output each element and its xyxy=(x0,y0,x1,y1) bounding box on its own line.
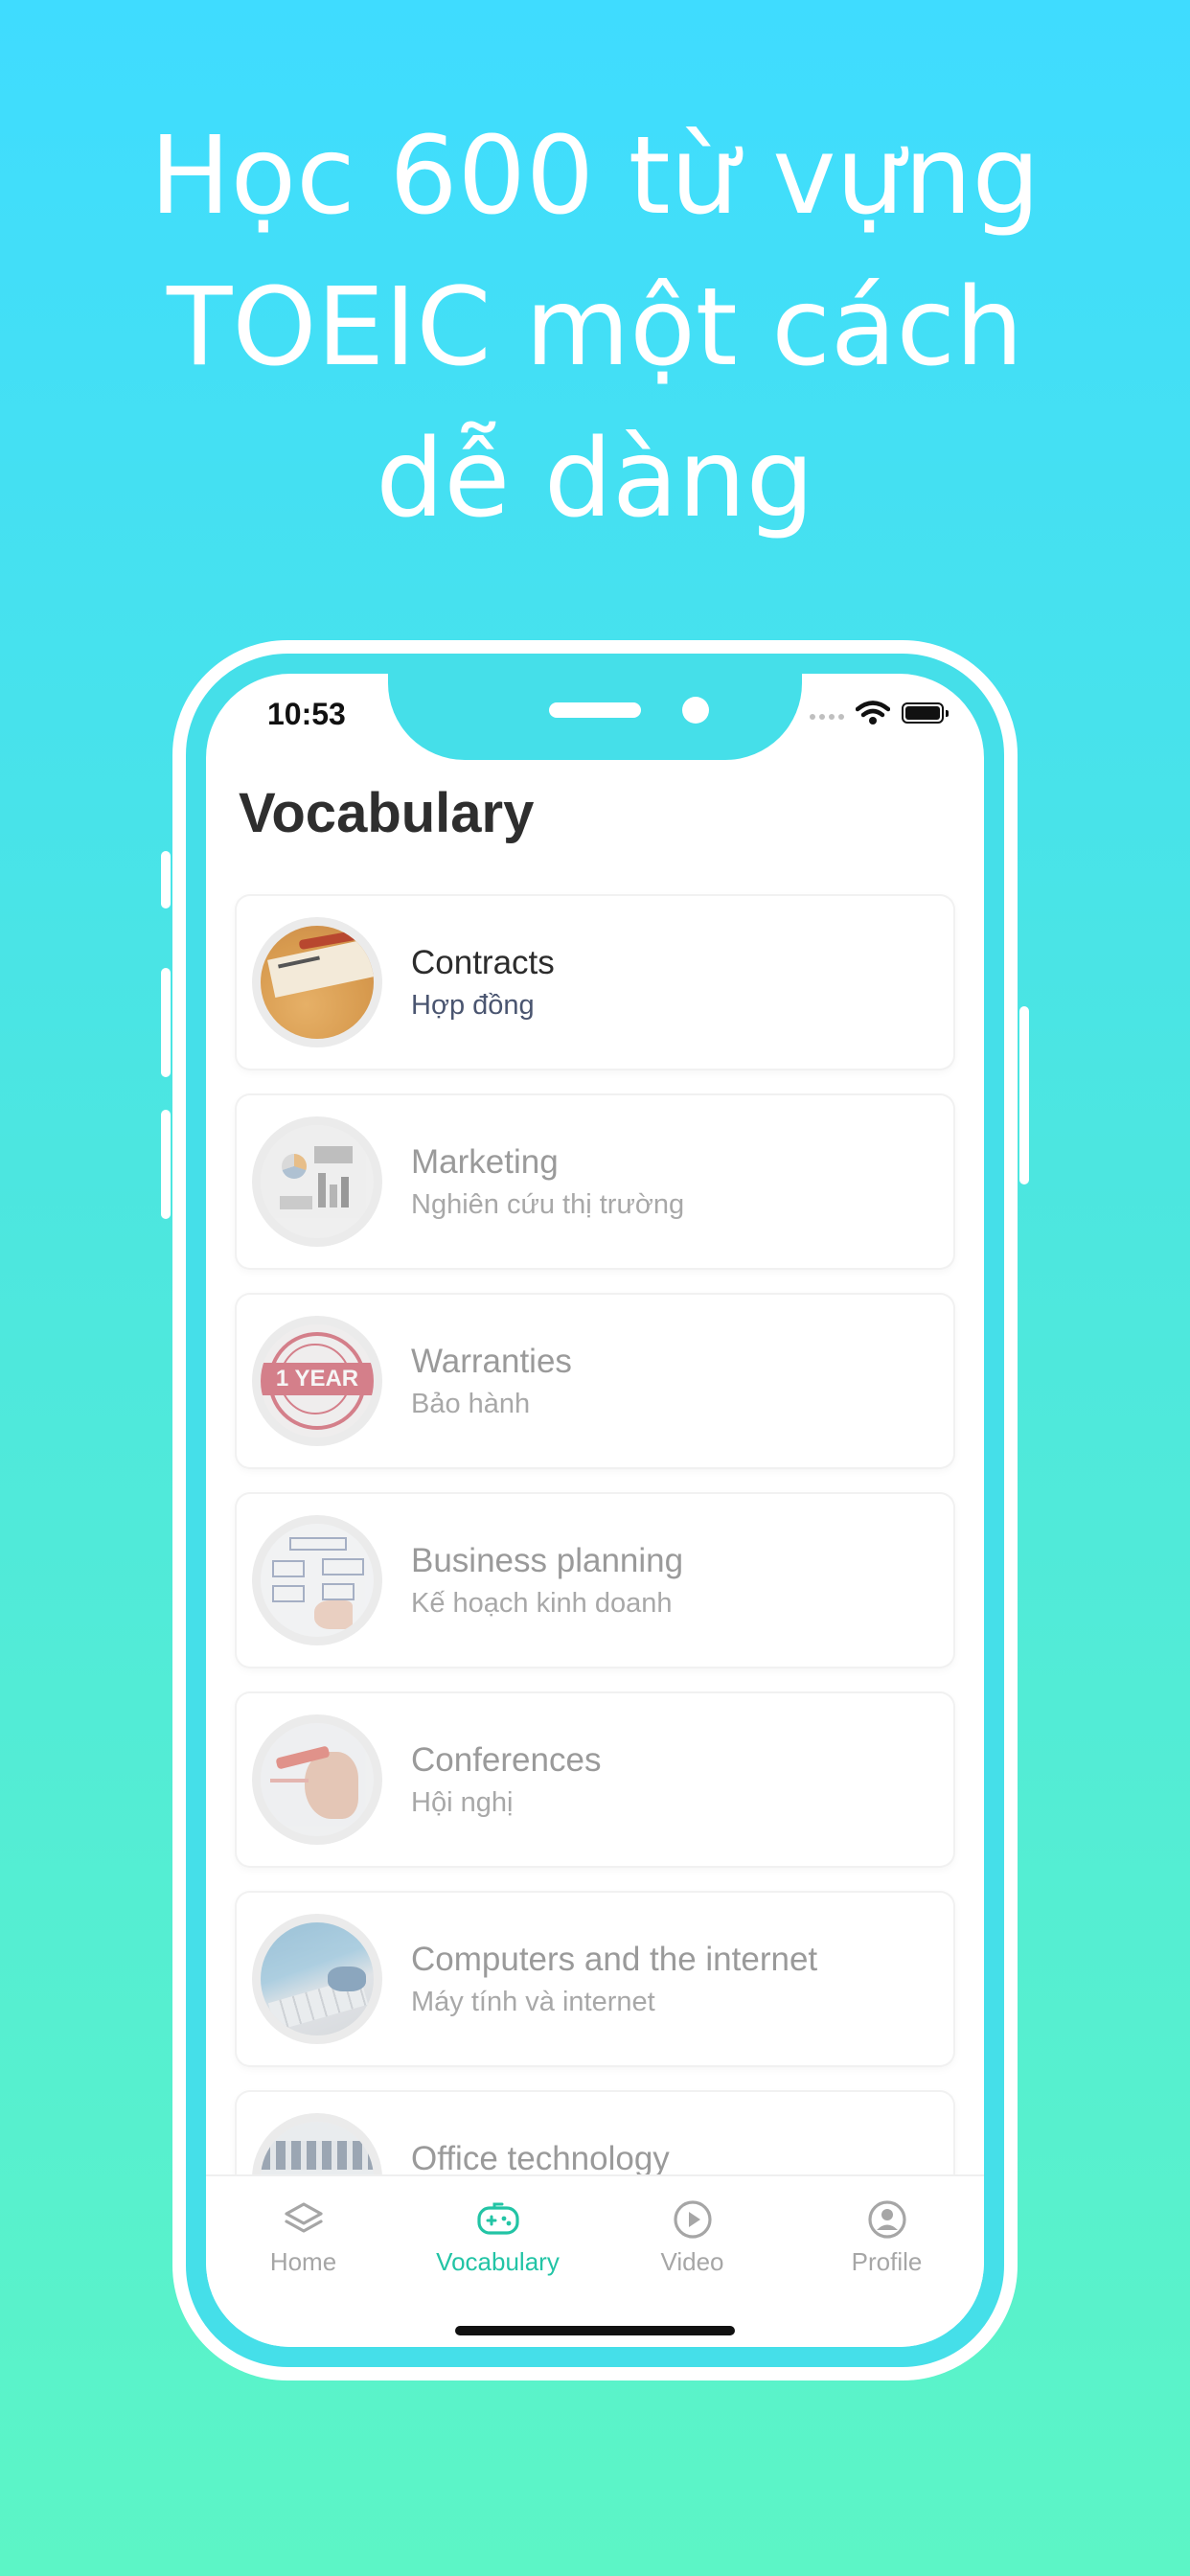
topic-title: Marketing xyxy=(411,1143,559,1181)
topic-subtitle: Hội nghị xyxy=(411,1787,514,1818)
topic-thumbnail xyxy=(252,1515,382,1645)
topic-card-business-planning[interactable]: Business planning Kế hoạch kinh doanh xyxy=(237,1494,953,1667)
topic-title: Computers and the internet xyxy=(411,1941,818,1978)
phone-volume-down xyxy=(161,1110,171,1219)
topic-card-marketing[interactable]: Marketing Nghiên cứu thị trường xyxy=(237,1095,953,1268)
battery-icon xyxy=(902,702,949,724)
play-circle-icon xyxy=(673,2200,712,2239)
topic-title: Warranties xyxy=(411,1343,572,1380)
speaker-grille xyxy=(549,702,641,718)
topic-subtitle: Máy tính và internet xyxy=(411,1987,655,2017)
user-circle-icon xyxy=(867,2200,906,2239)
promo-headline: Học 600 từ vựng TOEIC một cách dễ dàng xyxy=(0,101,1190,555)
headline-line-1: Học 600 từ vựng xyxy=(149,114,1041,239)
marketing-charts-image xyxy=(261,1125,374,1238)
tab-label: Profile xyxy=(851,2247,923,2276)
layers-icon xyxy=(284,2202,323,2233)
hand-marker-image xyxy=(261,1723,374,1836)
topic-thumbnail xyxy=(252,1914,382,2044)
home-indicator[interactable] xyxy=(455,2326,735,2335)
topic-thumbnail: 1 YEAR xyxy=(252,1316,382,1446)
tab-home[interactable]: Home xyxy=(206,2196,400,2277)
bottom-tab-bar: Home Vocabulary Video Profile xyxy=(206,2174,984,2347)
tab-label: Vocabulary xyxy=(436,2247,560,2276)
tab-video[interactable]: Video xyxy=(595,2196,790,2277)
topic-list[interactable]: Contracts Hợp đồng Marketing Nghiên cứu … xyxy=(237,896,953,2291)
wifi-icon xyxy=(856,701,890,724)
topic-title: Office technology xyxy=(411,2140,670,2177)
topic-card-contracts[interactable]: Contracts Hợp đồng xyxy=(237,896,953,1069)
front-camera xyxy=(682,697,709,724)
gamepad-icon xyxy=(476,2202,519,2235)
tab-vocabulary[interactable]: Vocabulary xyxy=(400,2196,595,2277)
page-title: Vocabulary xyxy=(239,782,535,844)
warranty-stamp-image: 1 YEAR xyxy=(261,1324,374,1438)
tab-label: Home xyxy=(269,2247,337,2276)
tab-label: Video xyxy=(660,2247,724,2276)
topic-title: Business planning xyxy=(411,1542,684,1579)
headline-line-2: TOEIC một cách xyxy=(166,265,1024,390)
topic-subtitle: Bảo hành xyxy=(411,1389,531,1419)
topic-card-warranties[interactable]: 1 YEAR Warranties Bảo hành xyxy=(237,1295,953,1467)
topic-subtitle: Kế hoạch kinh doanh xyxy=(411,1588,673,1619)
phone-mute-switch xyxy=(161,851,171,908)
phone-screen: 10:53 Vocabulary Contracts Hợp đồng Mark… xyxy=(206,674,984,2347)
topic-card-computers-internet[interactable]: Computers and the internet Máy tính và i… xyxy=(237,1893,953,2065)
contract-paper-image xyxy=(261,926,374,1039)
topic-subtitle: Hợp đồng xyxy=(411,990,535,1021)
status-time: 10:53 xyxy=(267,697,346,731)
topic-title: Contracts xyxy=(411,944,555,981)
topic-thumbnail xyxy=(252,1714,382,1845)
tab-profile[interactable]: Profile xyxy=(790,2196,984,2277)
stamp-label: 1 YEAR xyxy=(261,1363,374,1395)
topic-thumbnail xyxy=(252,1116,382,1247)
strategy-diagram-image xyxy=(261,1524,374,1637)
keyboard-image xyxy=(261,1922,374,2036)
cellular-signal-icon xyxy=(810,714,844,720)
topic-thumbnail xyxy=(252,917,382,1047)
headline-line-3: dễ dàng xyxy=(376,417,814,541)
phone-volume-up xyxy=(161,968,171,1077)
topic-card-conferences[interactable]: Conferences Hội nghị xyxy=(237,1693,953,1866)
phone-power-button xyxy=(1019,1006,1029,1184)
topic-subtitle: Nghiên cứu thị trường xyxy=(411,1189,685,1220)
topic-title: Conferences xyxy=(411,1741,602,1779)
